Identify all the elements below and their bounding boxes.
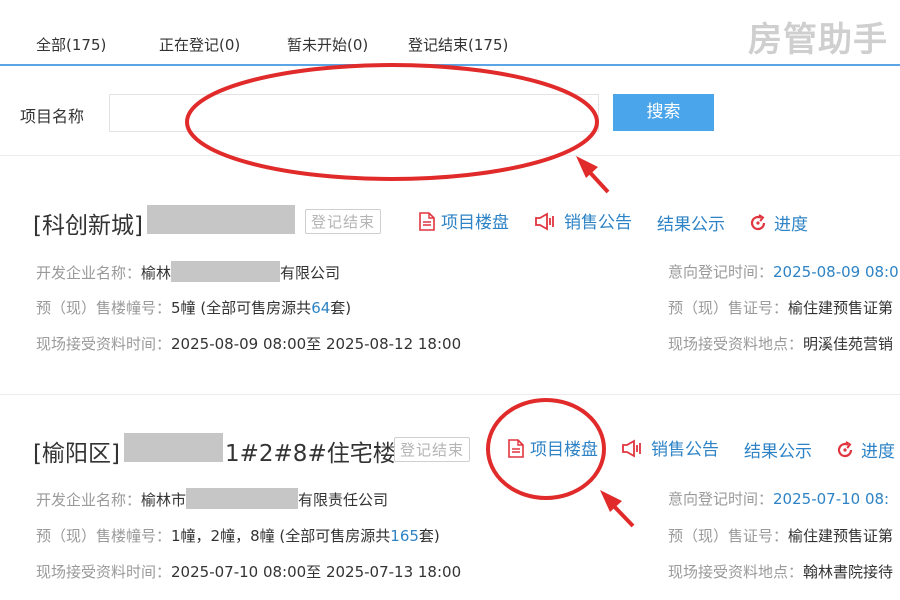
redacted-block bbox=[124, 433, 223, 462]
permit-label: 预（现）售证号： bbox=[668, 527, 789, 545]
project-title[interactable]: [榆阳区] bbox=[33, 434, 120, 468]
docs-time-label: 现场接受资料时间： bbox=[36, 335, 172, 353]
permit-value: 榆住建预售证第 bbox=[788, 527, 894, 545]
reg-time-label: 意向登记时间： bbox=[668, 490, 774, 508]
tab-not-started[interactable]: 暂未开始(0) bbox=[287, 34, 368, 55]
docs-place-label: 现场接受资料地点： bbox=[668, 563, 804, 581]
document-icon bbox=[508, 439, 524, 458]
progress-label: 进度 bbox=[861, 442, 895, 462]
developer-row: 开发企业名称：榆林市 有限责任公司 bbox=[36, 488, 388, 510]
progress-label: 进度 bbox=[774, 215, 808, 235]
arrow-icon bbox=[576, 156, 610, 194]
result-link[interactable]: 结果公示 bbox=[657, 210, 725, 235]
status-badge: 登记结束 bbox=[305, 209, 382, 234]
docs-place-label: 现场接受资料地点： bbox=[668, 335, 804, 353]
docs-place-row: 现场接受资料地点：明溪佳苑营销 bbox=[668, 333, 893, 354]
status-badge: 登记结束 bbox=[394, 437, 471, 462]
divider bbox=[0, 394, 900, 395]
developer-value: 榆林市 bbox=[141, 491, 187, 509]
docs-time-row: 现场接受资料时间：2025-07-10 08:00至 2025-07-13 18… bbox=[36, 561, 461, 582]
reg-time-row: 意向登记时间：2025-07-10 08: bbox=[668, 488, 889, 509]
reg-time-value: 2025-07-10 08: bbox=[773, 490, 890, 508]
docs-time-value: 2025-07-10 08:00至 2025-07-13 18:00 bbox=[171, 563, 462, 581]
result-link[interactable]: 结果公示 bbox=[744, 437, 812, 462]
sales-notice-label: 销售公告 bbox=[651, 440, 719, 460]
units-count: 64 bbox=[311, 299, 331, 317]
permit-row: 预（现）售证号：榆住建预售证第 bbox=[668, 525, 893, 546]
buildings-value: 5幢 (全部可售房源共 bbox=[171, 299, 312, 317]
units-suffix: 套) bbox=[418, 527, 440, 545]
reg-time-row: 意向登记时间：2025-08-09 08:0 bbox=[668, 261, 899, 282]
search-input[interactable] bbox=[109, 94, 599, 132]
progress-link[interactable]: 进度 bbox=[748, 210, 808, 235]
divider bbox=[0, 155, 900, 156]
project-title[interactable]: [科创新城] bbox=[33, 206, 143, 240]
sales-notice-label: 销售公告 bbox=[564, 213, 632, 233]
project-building-link[interactable]: 项目楼盘 bbox=[419, 208, 509, 233]
permit-row: 预（现）售证号：榆住建预售证第 bbox=[668, 297, 893, 318]
project-building-link[interactable]: 项目楼盘 bbox=[508, 435, 598, 460]
refresh-icon bbox=[750, 214, 766, 231]
buildings-label: 预（现）售楼幢号： bbox=[36, 527, 172, 545]
docs-time-value: 2025-08-09 08:00至 2025-08-12 18:00 bbox=[171, 335, 462, 353]
buildings-row: 预（现）售楼幢号：1幢，2幢，8幢 (全部可售房源共165套) bbox=[36, 525, 440, 546]
progress-link[interactable]: 进度 bbox=[835, 437, 895, 462]
developer-suffix: 有限公司 bbox=[280, 264, 341, 282]
developer-label: 开发企业名称： bbox=[36, 491, 142, 509]
megaphone-icon bbox=[622, 439, 641, 458]
docs-place-value: 翰林書院接待 bbox=[803, 563, 894, 581]
tab-ended[interactable]: 登记结束(175) bbox=[408, 34, 508, 55]
docs-time-row: 现场接受资料时间：2025-08-09 08:00至 2025-08-12 18… bbox=[36, 333, 461, 354]
units-suffix: 套) bbox=[330, 299, 352, 317]
buildings-value: 1幢，2幢，8幢 (全部可售房源共 bbox=[171, 527, 391, 545]
docs-time-label: 现场接受资料时间： bbox=[36, 563, 172, 581]
buildings-label: 预（现）售楼幢号： bbox=[36, 299, 172, 317]
developer-value: 榆林 bbox=[141, 264, 172, 282]
permit-value: 榆住建预售证第 bbox=[788, 299, 894, 317]
tab-registering[interactable]: 正在登记(0) bbox=[159, 34, 240, 55]
project-building-label: 项目楼盘 bbox=[530, 440, 598, 460]
docs-place-value: 明溪佳苑营销 bbox=[803, 335, 894, 353]
tab-bar: 全部(175) 正在登记(0) 暂未开始(0) 登记结束(175) 房管助手 bbox=[0, 0, 900, 66]
megaphone-icon bbox=[535, 212, 554, 231]
reg-time-label: 意向登记时间： bbox=[668, 263, 774, 281]
developer-suffix: 有限责任公司 bbox=[298, 491, 389, 509]
redacted-block bbox=[147, 205, 295, 234]
arrow-icon bbox=[600, 490, 635, 528]
developer-row: 开发企业名称：榆林 有限公司 bbox=[36, 261, 340, 283]
project-title-suffix[interactable]: 1#2#8#住宅楼 bbox=[225, 434, 396, 468]
developer-label: 开发企业名称： bbox=[36, 264, 142, 282]
permit-label: 预（现）售证号： bbox=[668, 299, 789, 317]
redacted-block bbox=[186, 488, 299, 509]
search-button[interactable]: 搜索 bbox=[613, 94, 714, 131]
document-icon bbox=[419, 212, 435, 231]
sales-notice-link[interactable]: 销售公告 bbox=[621, 435, 719, 460]
docs-place-row: 现场接受资料地点：翰林書院接待 bbox=[668, 561, 893, 582]
units-count: 165 bbox=[390, 527, 419, 545]
tab-all[interactable]: 全部(175) bbox=[36, 34, 106, 55]
redacted-block bbox=[171, 261, 281, 282]
sales-notice-link[interactable]: 销售公告 bbox=[534, 208, 632, 233]
reg-time-value: 2025-08-09 08:0 bbox=[773, 263, 899, 281]
search-label: 项目名称 bbox=[20, 107, 85, 126]
buildings-row: 预（现）售楼幢号：5幢 (全部可售房源共64套) bbox=[36, 297, 351, 318]
watermark: 房管助手 bbox=[748, 20, 888, 60]
refresh-icon bbox=[837, 441, 853, 458]
project-building-label: 项目楼盘 bbox=[441, 213, 509, 233]
